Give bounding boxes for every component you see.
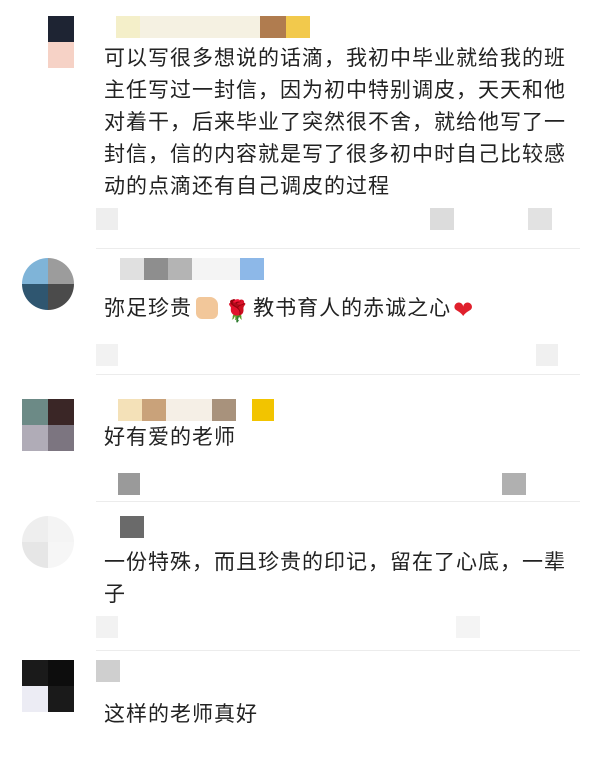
- reply-button[interactable]: [96, 344, 118, 366]
- username[interactable]: [96, 399, 274, 421]
- comment-actions: [96, 342, 576, 368]
- like-button[interactable]: [536, 344, 558, 366]
- avatar[interactable]: [22, 258, 74, 310]
- comment-actions: [96, 206, 576, 232]
- comment-text: 可以写很多想说的话滴，我初中毕业就给我的班主任写过一封信，因为初中特别调皮，天天…: [104, 46, 566, 198]
- divider: [96, 248, 580, 249]
- rose-icon: 🌹: [224, 299, 252, 323]
- username[interactable]: [96, 660, 120, 682]
- avatar[interactable]: [22, 660, 74, 712]
- reply-button[interactable]: [96, 616, 118, 638]
- reply-button[interactable]: [118, 473, 140, 495]
- comment-item: 弥足珍贵 🌹教书育人的赤诚之心❤: [0, 250, 600, 385]
- comment-text: 一份特殊，而且珍贵的印记，留在了心底，一辈子: [104, 550, 566, 606]
- heart-icon: ❤: [453, 296, 475, 324]
- divider: [96, 374, 580, 375]
- comment-text: 这样的老师真好: [104, 702, 258, 726]
- avatar[interactable]: [22, 516, 74, 568]
- comment-item: 好有爱的老师: [0, 385, 600, 502]
- share-button[interactable]: [430, 208, 454, 230]
- username[interactable]: [96, 16, 310, 38]
- like-button[interactable]: [456, 616, 480, 638]
- comment-text-part: 弥足珍贵: [104, 296, 192, 320]
- thumbs-up-icon: [196, 297, 218, 319]
- username[interactable]: [96, 516, 144, 538]
- comment-text: 弥足珍贵 🌹教书育人的赤诚之心❤: [104, 292, 574, 327]
- avatar[interactable]: [22, 399, 74, 451]
- comment-text-part: 教书育人的赤诚之心: [253, 296, 452, 320]
- reply-button[interactable]: [96, 208, 118, 230]
- comment-actions: [96, 614, 576, 640]
- comment-text: 好有爱的老师: [104, 425, 236, 449]
- username[interactable]: [96, 258, 264, 280]
- comment-item: 这样的老师真好: [0, 652, 600, 782]
- avatar[interactable]: [22, 16, 74, 68]
- comment-item: 可以写很多想说的话滴，我初中毕业就给我的班主任写过一封信，因为初中特别调皮，天天…: [0, 0, 600, 250]
- comment-actions: [96, 471, 576, 497]
- divider: [96, 650, 580, 651]
- like-button[interactable]: [502, 473, 526, 495]
- like-button[interactable]: [528, 208, 552, 230]
- comment-item: 一份特殊，而且珍贵的印记，留在了心底，一辈子: [0, 502, 600, 651]
